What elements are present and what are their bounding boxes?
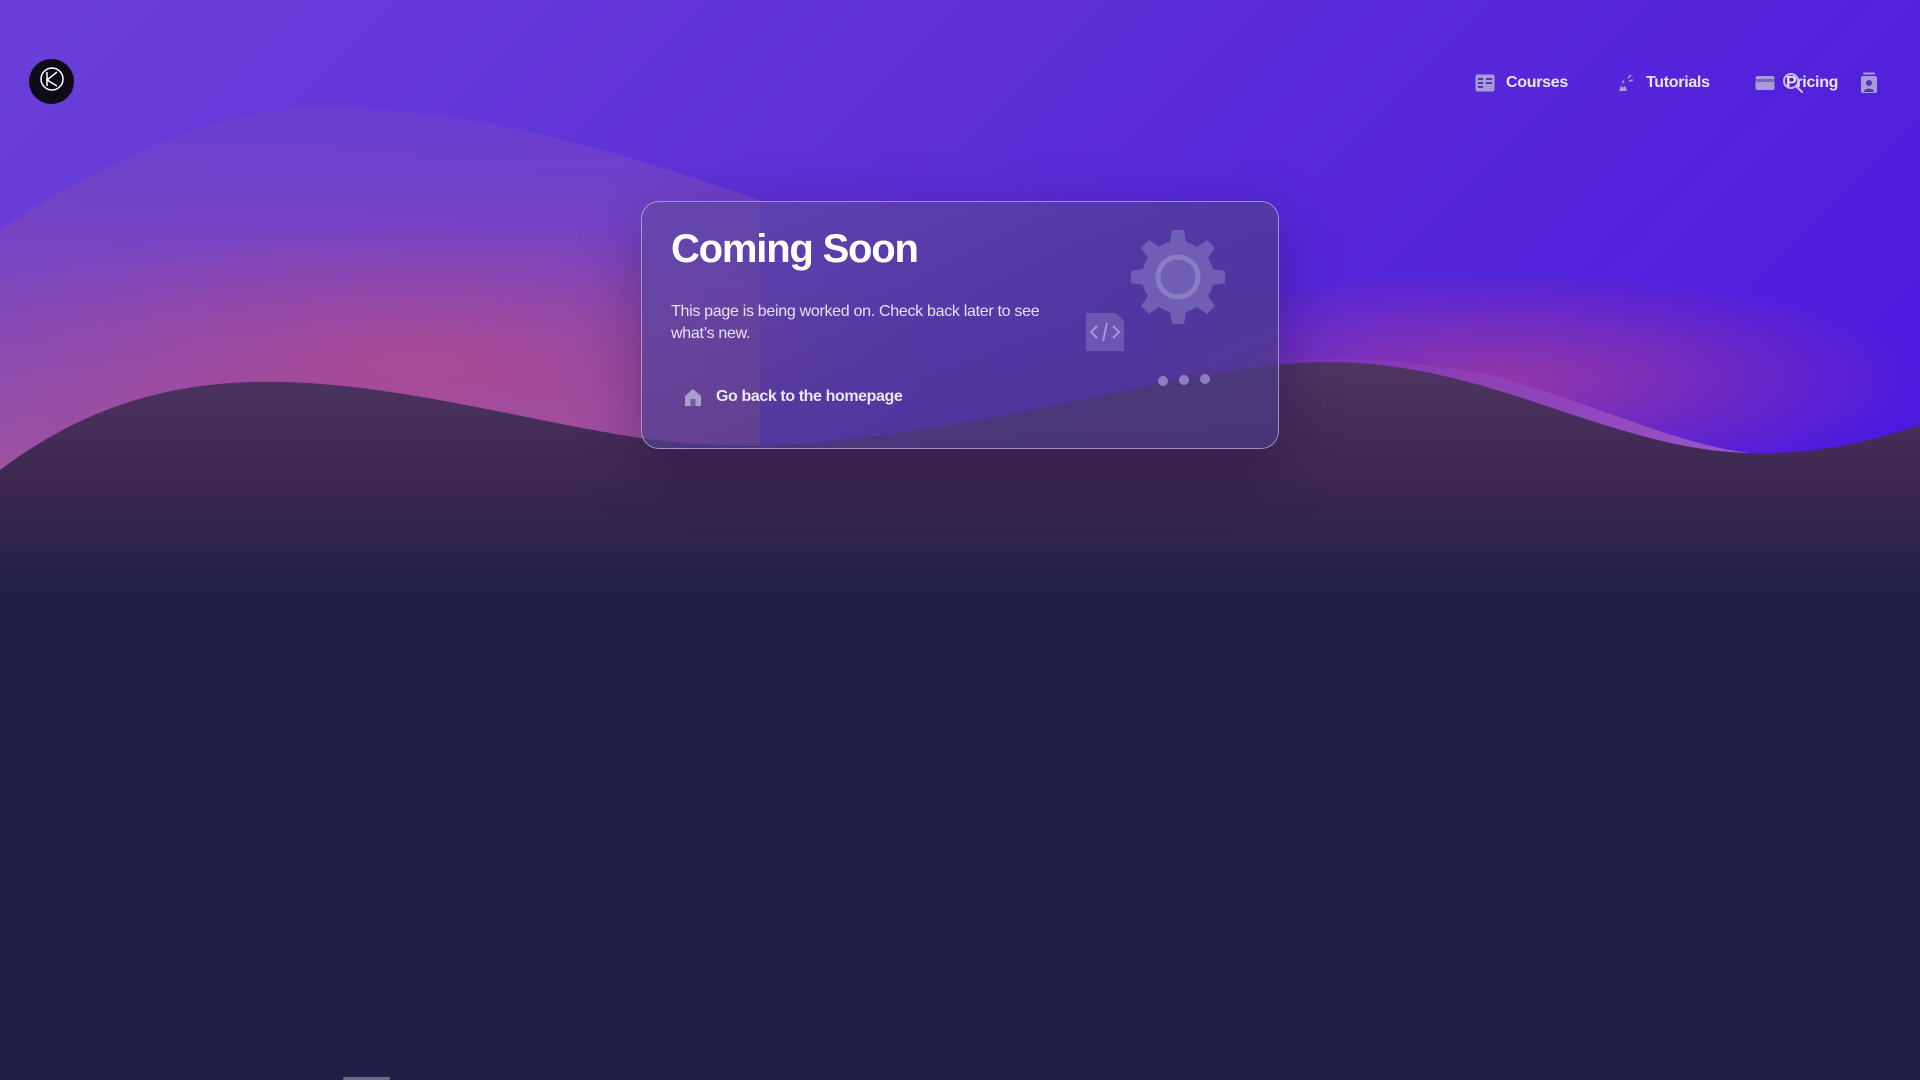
pricing-icon xyxy=(1754,72,1776,94)
logo[interactable] xyxy=(29,59,74,104)
nav-tutorials-label: Tutorials xyxy=(1646,74,1710,91)
nav-tutorials[interactable]: Tutorials xyxy=(1614,72,1710,94)
search-button[interactable] xyxy=(1782,72,1814,94)
code-icon xyxy=(1082,309,1128,360)
search-icon xyxy=(1782,72,1804,94)
card-illustration xyxy=(1062,227,1252,397)
back-to-homepage-label: Go back to the homepage xyxy=(716,388,903,405)
logo-icon xyxy=(39,66,65,97)
card-description: This page is being worked on. Check back… xyxy=(671,303,1040,342)
coming-soon-card: Coming Soon This page is being worked on… xyxy=(641,201,1279,449)
home-icon xyxy=(682,386,704,408)
tutorials-icon xyxy=(1614,72,1636,94)
back-to-homepage-link[interactable]: Go back to the homepage xyxy=(682,386,903,408)
dots-icon xyxy=(1154,373,1214,392)
account-button[interactable] xyxy=(1858,72,1890,94)
nav-courses-label: Courses xyxy=(1506,74,1568,91)
account-icon xyxy=(1858,72,1880,94)
page: Courses Tutorials Pricing Coming Soon Th… xyxy=(0,0,1920,1080)
background-bottom xyxy=(0,590,1920,1080)
nav-courses[interactable]: Courses xyxy=(1474,72,1568,94)
page-title: Coming Soon xyxy=(671,227,919,271)
gear-icon xyxy=(1128,227,1228,332)
courses-icon xyxy=(1474,72,1496,94)
